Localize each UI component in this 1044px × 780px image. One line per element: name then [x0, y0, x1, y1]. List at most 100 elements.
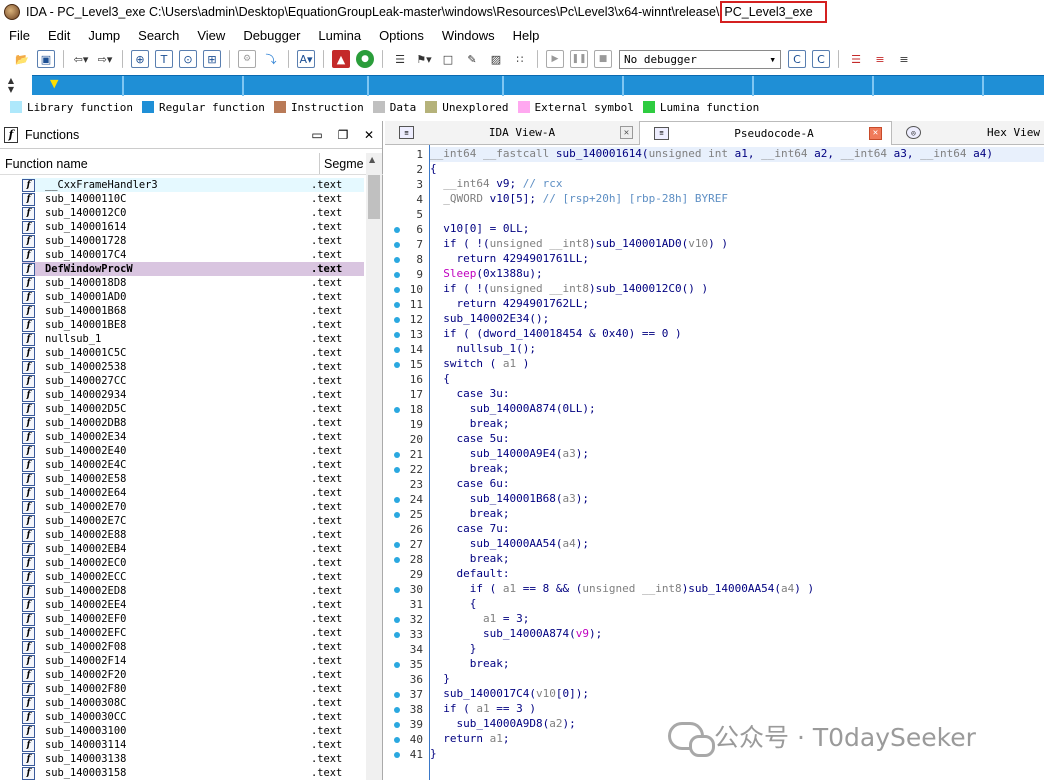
- close-icon[interactable]: ✕: [869, 126, 882, 140]
- debug-option-icon[interactable]: C: [788, 50, 806, 68]
- function-row[interactable]: f sub_140003114 .text: [22, 738, 364, 752]
- function-row[interactable]: f sub_140002F80 .text: [22, 682, 364, 696]
- function-row[interactable]: f sub_140002D5C .text: [22, 402, 364, 416]
- menu-file[interactable]: File: [0, 28, 39, 43]
- code-line[interactable]: }: [430, 672, 1044, 687]
- code-line[interactable]: Sleep(0x1388u);: [430, 267, 1044, 282]
- code-line[interactable]: sub_14000AA54(a4);: [430, 537, 1044, 552]
- text-view-icon[interactable]: T: [155, 50, 173, 68]
- function-row[interactable]: f sub_140002ECC .text: [22, 570, 364, 584]
- code-line[interactable]: a1 = 3;: [430, 612, 1044, 627]
- functions-scrollbar[interactable]: ▲: [366, 153, 382, 780]
- breakpoint-dot-icon[interactable]: [394, 452, 400, 458]
- code-line[interactable]: if ( !(unsigned __int8)sub_140001AD0(v10…: [430, 237, 1044, 252]
- code-line[interactable]: if ( !(unsigned __int8)sub_1400012C0() ): [430, 282, 1044, 297]
- watch-list-icon[interactable]: ≡: [871, 50, 889, 68]
- breakpoint-dot-icon[interactable]: [394, 497, 400, 503]
- function-row[interactable]: f sub_140001AD0 .text: [22, 290, 364, 304]
- breakpoint-dot-icon[interactable]: [394, 467, 400, 473]
- function-row[interactable]: f sub_140002E4C .text: [22, 458, 364, 472]
- breakpoint-dot-icon[interactable]: [394, 242, 400, 248]
- code-line[interactable]: sub_14000A874(0LL);: [430, 402, 1044, 417]
- function-row[interactable]: f sub_1400030CC .text: [22, 710, 364, 724]
- code-line[interactable]: break;: [430, 552, 1044, 567]
- function-row[interactable]: f sub_140001614 .text: [22, 220, 364, 234]
- pseudocode-text[interactable]: __int64 __fastcall sub_140001614(unsigne…: [429, 145, 1044, 780]
- open-folder-icon[interactable]: 📂: [13, 50, 31, 68]
- tracing-icon[interactable]: ≡: [895, 50, 913, 68]
- nav-scroll-arrows[interactable]: ▲ ▼: [0, 73, 22, 97]
- menu-lumina[interactable]: Lumina: [309, 28, 370, 43]
- navigation-bar[interactable]: ▼: [32, 75, 1044, 96]
- menu-help[interactable]: Help: [504, 28, 549, 43]
- function-row[interactable]: f sub_140002F14 .text: [22, 654, 364, 668]
- function-row[interactable]: f sub_140002EC0 .text: [22, 556, 364, 570]
- breakpoint-dot-icon[interactable]: [394, 662, 400, 668]
- tab-pseudocode-a[interactable]: ≡ Pseudocode-A ✕: [639, 120, 892, 145]
- scrollbar-thumb[interactable]: [368, 175, 380, 219]
- breakpoint-dot-icon[interactable]: [394, 542, 400, 548]
- code-line[interactable]: __int64 __fastcall sub_140001614(unsigne…: [430, 147, 1044, 162]
- menu-windows[interactable]: Windows: [433, 28, 504, 43]
- code-line[interactable]: break;: [430, 417, 1044, 432]
- breakpoint-dot-icon[interactable]: [394, 407, 400, 413]
- code-line[interactable]: return 4294901762LL;: [430, 297, 1044, 312]
- code-line[interactable]: [430, 207, 1044, 222]
- code-line[interactable]: if ( (dword_140018454 & 0x40) == 0 ): [430, 327, 1044, 342]
- code-line[interactable]: case 7u:: [430, 522, 1044, 537]
- code-line[interactable]: case 6u:: [430, 477, 1044, 492]
- function-row[interactable]: f sub_140001C5C .text: [22, 346, 364, 360]
- code-line[interactable]: {: [430, 597, 1044, 612]
- run-icon[interactable]: ▶: [546, 50, 564, 68]
- arrow-up-icon[interactable]: ▲: [8, 76, 14, 85]
- breakpoint-dot-icon[interactable]: [394, 362, 400, 368]
- menu-edit[interactable]: Edit: [39, 28, 79, 43]
- breakpoint-dot-icon[interactable]: [394, 347, 400, 353]
- code-line[interactable]: v10[0] = 0LL;: [430, 222, 1044, 237]
- breakpoint-dot-icon[interactable]: [394, 512, 400, 518]
- code-line[interactable]: if ( a1 == 8 && (unsigned __int8)sub_140…: [430, 582, 1044, 597]
- function-row[interactable]: f sub_140003100 .text: [22, 724, 364, 738]
- function-row[interactable]: f sub_140002E64 .text: [22, 486, 364, 500]
- function-row[interactable]: f nullsub_1 .text: [22, 332, 364, 346]
- breakpoint-dot-icon[interactable]: [394, 287, 400, 293]
- arrow-down-icon[interactable]: ▼: [8, 85, 14, 94]
- struct-view-icon[interactable]: ⊞: [203, 50, 221, 68]
- code-line[interactable]: }: [430, 642, 1044, 657]
- arrow-up-icon[interactable]: ▲: [369, 155, 375, 164]
- menu-view[interactable]: View: [188, 28, 234, 43]
- code-line[interactable]: case 3u:: [430, 387, 1044, 402]
- code-line[interactable]: {: [430, 162, 1044, 177]
- function-row[interactable]: f __CxxFrameHandler3 .text: [22, 178, 364, 192]
- function-row[interactable]: f sub_140003158 .text: [22, 766, 364, 780]
- breakpoint-dot-icon[interactable]: [394, 587, 400, 593]
- function-row[interactable]: f sub_140002E88 .text: [22, 528, 364, 542]
- forward-arrow-icon[interactable]: ⇨▾: [96, 50, 114, 68]
- back-arrow-icon[interactable]: ⇦▾: [72, 50, 90, 68]
- code-line[interactable]: sub_140002E34();: [430, 312, 1044, 327]
- code-line[interactable]: sub_1400017C4(v10[0]);: [430, 687, 1044, 702]
- function-row[interactable]: f sub_140001B68 .text: [22, 304, 364, 318]
- code-line[interactable]: sub_14000A9E4(a3);: [430, 447, 1044, 462]
- restore-icon[interactable]: ❐: [330, 128, 356, 142]
- script-icon[interactable]: ∷: [511, 50, 529, 68]
- code-line[interactable]: _QWORD v10[5]; // [rsp+20h] [rbp-28h] BY…: [430, 192, 1044, 207]
- hex-view-icon[interactable]: ⊙: [179, 50, 197, 68]
- code-line[interactable]: nullsub_1();: [430, 342, 1044, 357]
- breakpoint-dot-icon[interactable]: [394, 617, 400, 623]
- breakpoint-dot-icon[interactable]: [394, 722, 400, 728]
- function-row[interactable]: f sub_140002E34 .text: [22, 430, 364, 444]
- breakpoint-dot-icon[interactable]: [394, 302, 400, 308]
- function-row[interactable]: f sub_140002EB4 .text: [22, 542, 364, 556]
- code-line[interactable]: sub_14000A874(v9);: [430, 627, 1044, 642]
- function-row[interactable]: f sub_140002DB8 .text: [22, 416, 364, 430]
- breakpoints-list-icon[interactable]: ☰: [847, 50, 865, 68]
- options-icon[interactable]: ⚙: [238, 50, 256, 68]
- code-line[interactable]: sub_140001B68(a3);: [430, 492, 1044, 507]
- function-row[interactable]: f sub_140002F08 .text: [22, 640, 364, 654]
- breakpoint-dot-icon[interactable]: [394, 227, 400, 233]
- breakpoint-dot-icon[interactable]: [394, 272, 400, 278]
- minimize-icon[interactable]: ▭: [304, 128, 330, 142]
- code-line[interactable]: __int64 v9; // rcx: [430, 177, 1044, 192]
- debug-attach-icon[interactable]: C: [812, 50, 830, 68]
